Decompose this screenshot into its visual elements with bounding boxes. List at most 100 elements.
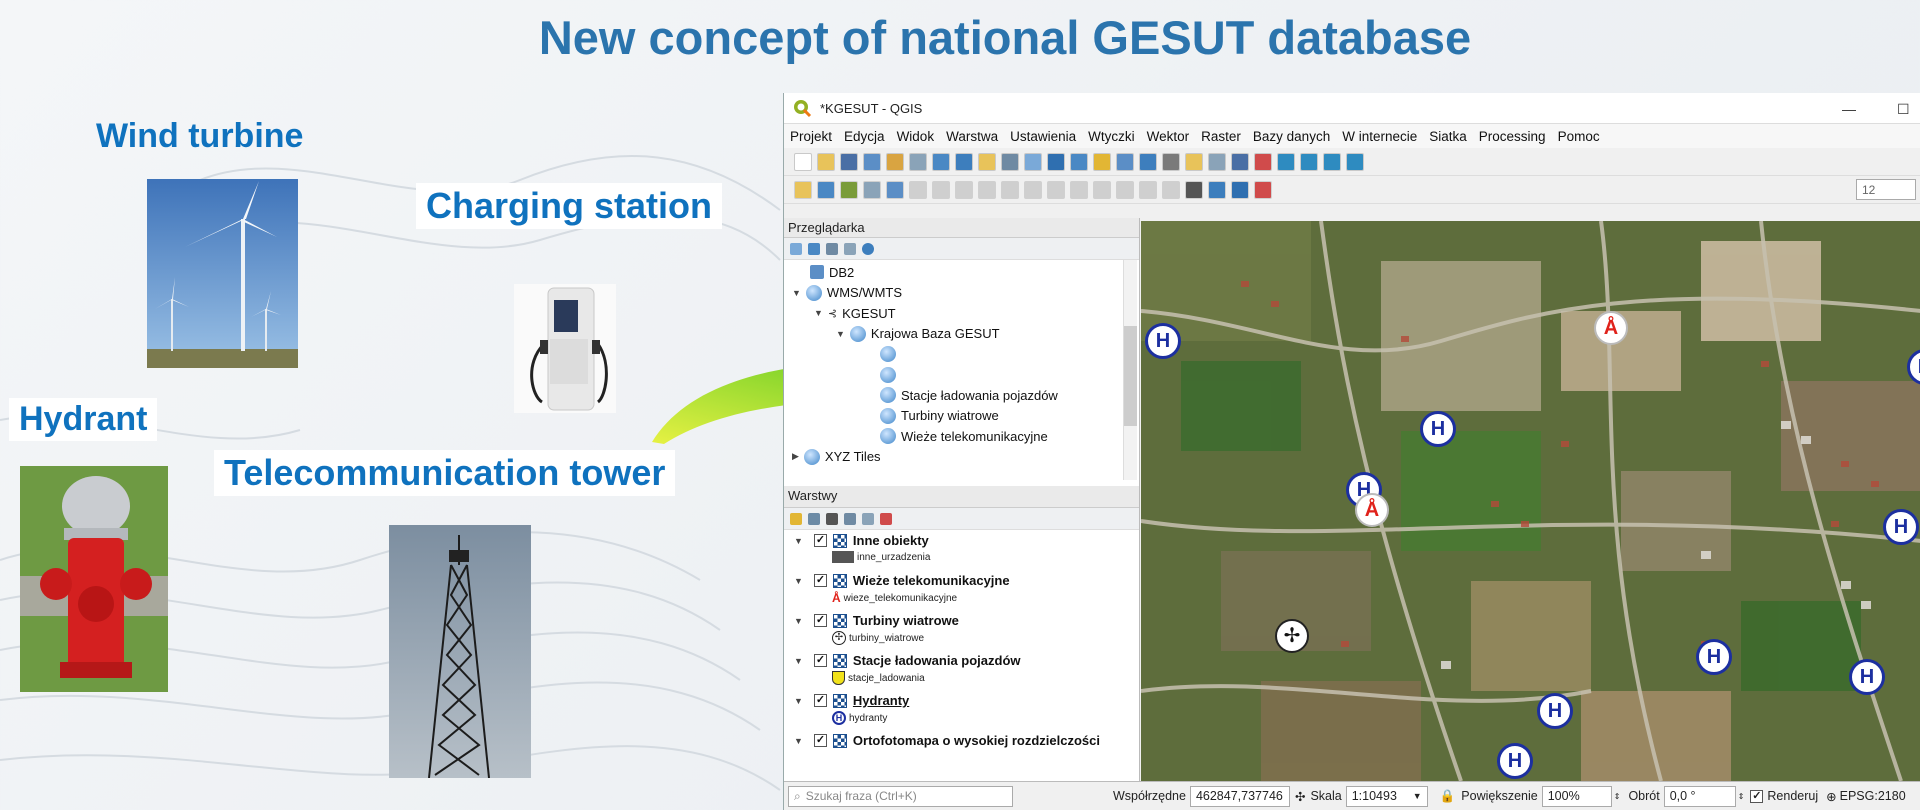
- lock-icon[interactable]: 🔒: [1440, 789, 1456, 804]
- toolbar-button-icon[interactable]: [909, 180, 927, 199]
- expand-arrow-icon[interactable]: ▼: [794, 536, 803, 546]
- toolbar-button-icon[interactable]: [1093, 180, 1111, 199]
- tower-marker[interactable]: Å: [1594, 311, 1628, 345]
- toolbar-button-icon[interactable]: [1254, 180, 1272, 199]
- scale-combobox[interactable]: 1:10493 ▼: [1345, 785, 1428, 807]
- turbine-marker[interactable]: ✢: [1275, 619, 1309, 653]
- browser-item-db2[interactable]: DB2: [784, 262, 1139, 283]
- expand-arrow-icon[interactable]: ▼: [794, 696, 803, 706]
- browser-item-wieze[interactable]: Wieże telekomunikacyjne: [784, 426, 1139, 447]
- layer-item[interactable]: ▼ ✓ Hydranty Hhydranty: [784, 690, 1139, 730]
- toolbar-button-icon[interactable]: [794, 152, 812, 171]
- toolbar-button-icon[interactable]: [1231, 180, 1249, 199]
- browser-item-krajowa[interactable]: ▼ Krajowa Baza GESUT: [784, 324, 1139, 345]
- toolbar-button-icon[interactable]: [1300, 152, 1318, 171]
- toolbar-button-icon[interactable]: [1070, 152, 1088, 171]
- expand-arrow-icon[interactable]: ▶: [792, 451, 799, 462]
- refresh-icon[interactable]: [808, 242, 820, 255]
- magnifier-spinbox[interactable]: 100%: [1541, 785, 1612, 807]
- toolbar-button-icon[interactable]: [1323, 152, 1341, 171]
- rotation-spinbox[interactable]: 0,0 °: [1663, 785, 1736, 807]
- toolbar-button-icon[interactable]: [909, 152, 927, 171]
- toolbar-button-icon[interactable]: [1001, 180, 1019, 199]
- expand-arrow-icon[interactable]: ▼: [794, 576, 803, 586]
- spin-arrows-icon[interactable]: ⇕: [1614, 792, 1621, 801]
- browser-item-xyz[interactable]: ▶ XYZ Tiles: [784, 447, 1139, 468]
- expand-arrow-icon[interactable]: ▼: [794, 656, 803, 666]
- toolbar-button-icon[interactable]: [978, 152, 996, 171]
- menu-item[interactable]: Ustawienia: [1004, 129, 1082, 144]
- expand-arrow-icon[interactable]: ▼: [794, 616, 803, 626]
- toolbar-button-icon[interactable]: [978, 180, 996, 199]
- toolbar-button-icon[interactable]: [1001, 152, 1019, 171]
- layer-checkbox[interactable]: ✓: [813, 654, 827, 667]
- toolbar-button-icon[interactable]: [1047, 152, 1065, 171]
- toolbar-button-icon[interactable]: [863, 180, 881, 199]
- layer-checkbox[interactable]: ✓: [813, 574, 827, 587]
- browser-item-wms[interactable]: ▼ WMS/WMTS: [784, 283, 1139, 304]
- menu-item[interactable]: Widok: [891, 129, 941, 144]
- expand-arrow-icon[interactable]: ▼: [836, 329, 845, 339]
- toolbar-button-icon[interactable]: [817, 152, 835, 171]
- toolbar-button-icon[interactable]: [1024, 180, 1042, 199]
- menu-item[interactable]: Raster: [1195, 129, 1247, 144]
- crs-label[interactable]: EPSG:2180: [1840, 789, 1906, 803]
- menu-item[interactable]: Siatka: [1423, 129, 1473, 144]
- toolbar-button-icon[interactable]: [1277, 152, 1295, 171]
- menu-item[interactable]: Wektor: [1141, 129, 1196, 144]
- menu-item[interactable]: W internecie: [1336, 129, 1423, 144]
- toolbar-button-icon[interactable]: [1139, 180, 1157, 199]
- toolbar-button-icon[interactable]: [1254, 152, 1272, 171]
- filter-icon[interactable]: [844, 512, 856, 525]
- toolbar-button-icon[interactable]: [1208, 180, 1226, 199]
- browser-item-stacje[interactable]: Stacje ładowania pojazdów: [784, 385, 1139, 406]
- hydrant-marker[interactable]: H: [1537, 693, 1573, 729]
- hydrant-marker[interactable]: H: [1497, 743, 1533, 779]
- add-group-icon[interactable]: [808, 512, 820, 525]
- filter-icon[interactable]: [826, 242, 838, 255]
- collapse-icon[interactable]: [844, 242, 856, 255]
- expand-arrow-icon[interactable]: ▼: [794, 736, 803, 746]
- locator-search-input[interactable]: ⌕ Szukaj fraza (Ctrl+K): [788, 785, 1013, 807]
- toolbar-button-icon[interactable]: [1047, 180, 1065, 199]
- hydrant-marker[interactable]: H: [1849, 659, 1885, 695]
- render-checkbox[interactable]: ✓: [1750, 789, 1764, 803]
- hydrant-marker[interactable]: H: [1145, 323, 1181, 359]
- layer-checkbox[interactable]: ✓: [813, 614, 827, 627]
- layer-item[interactable]: ▼ ✓ Stacje ładowania pojazdów stacje_ladow…: [784, 650, 1139, 690]
- hydrant-marker[interactable]: H: [1420, 411, 1456, 447]
- spin-arrows-icon[interactable]: ⇕: [1738, 792, 1745, 801]
- layer-item[interactable]: ▼ ✓ Inne obiekty inne_urzadzenia: [784, 530, 1139, 570]
- toolbar-button-icon[interactable]: [1346, 152, 1364, 171]
- toolbar-button-icon[interactable]: [817, 180, 835, 199]
- toolbar-button-icon[interactable]: [886, 152, 904, 171]
- maximize-button[interactable]: ☐: [1897, 101, 1910, 118]
- menu-item[interactable]: Warstwa: [940, 129, 1004, 144]
- hydrant-marker[interactable]: H: [1696, 639, 1732, 675]
- visibility-icon[interactable]: [826, 512, 838, 525]
- layer-checkbox[interactable]: ✓: [813, 534, 827, 547]
- browser-scrollbar[interactable]: [1123, 260, 1137, 480]
- toolbar-button-icon[interactable]: [1185, 180, 1203, 199]
- menu-item[interactable]: Edycja: [838, 129, 891, 144]
- expand-arrow-icon[interactable]: ▼: [814, 308, 823, 318]
- info-icon[interactable]: [862, 242, 874, 255]
- layer-checkbox[interactable]: ✓: [813, 734, 827, 747]
- menu-item[interactable]: Bazy danych: [1247, 129, 1336, 144]
- layer-item[interactable]: ▼ ✓ Turbiny wiatrowe ✢ turbiny_wiatrowe: [784, 610, 1139, 650]
- layer-item[interactable]: ▼ ✓ Wieże telekomunikacyjne Åwieze_telekom…: [784, 570, 1139, 610]
- toolbar-button-icon[interactable]: [863, 152, 881, 171]
- menu-item[interactable]: Wtyczki: [1082, 129, 1141, 144]
- hydrant-marker[interactable]: H: [1883, 509, 1919, 545]
- menu-item[interactable]: Processing: [1473, 129, 1552, 144]
- browser-item-hidden-2[interactable]: [784, 365, 1139, 386]
- toolbar-button-icon[interactable]: [1024, 152, 1042, 171]
- browser-item-hidden-1[interactable]: [784, 344, 1139, 365]
- style-icon[interactable]: [790, 512, 802, 525]
- toolbar-button-icon[interactable]: [840, 180, 858, 199]
- menu-item[interactable]: Projekt: [784, 129, 838, 144]
- minimize-button[interactable]: —: [1842, 101, 1856, 117]
- toolbar-button-icon[interactable]: [955, 152, 973, 171]
- toolbar-button-icon[interactable]: [1162, 180, 1180, 199]
- map-canvas[interactable]: H H H H H H H H H Å Å ✢: [1141, 221, 1920, 781]
